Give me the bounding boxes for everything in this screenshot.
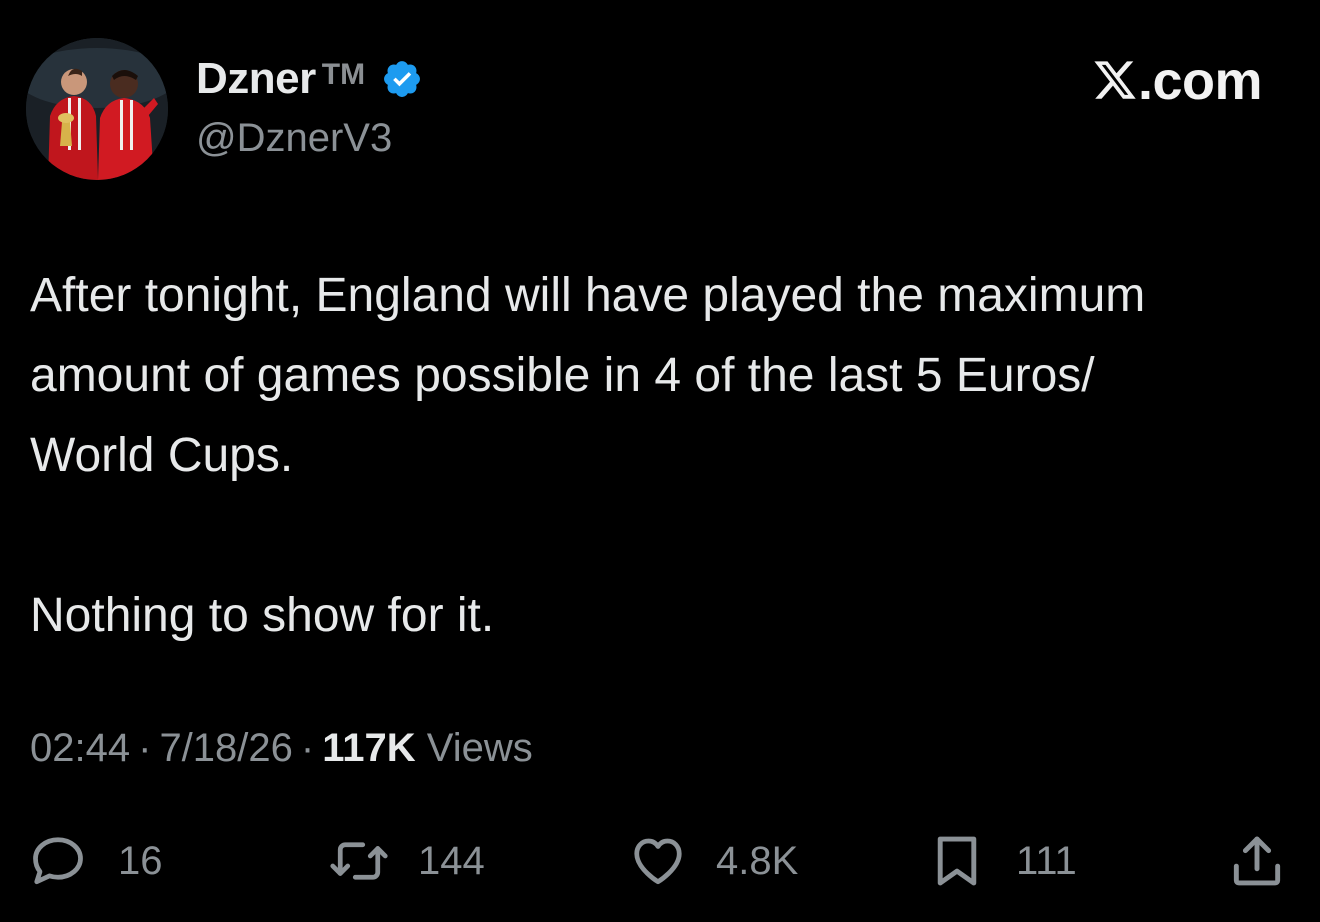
like-count: 4.8K	[716, 838, 799, 883]
repost-button[interactable]: 144	[326, 826, 485, 896]
tweet-card: Dzner TM @DznerV3 .com After tonight, En…	[0, 0, 1320, 922]
repost-count: 144	[418, 838, 485, 883]
x-logo-icon	[1092, 54, 1138, 116]
views-count: 117K	[322, 726, 416, 770]
tweet-text: After tonight, England will have played …	[30, 256, 1300, 656]
tweet-time[interactable]: 02:44	[30, 726, 130, 770]
tweet-line: After tonight, England will have played …	[30, 269, 1146, 322]
action-bar: 16 144 4.8K 111	[0, 826, 1320, 896]
share-button[interactable]	[1226, 826, 1288, 896]
like-icon	[626, 831, 690, 891]
reply-count: 16	[118, 838, 163, 883]
trademark-mark: TM	[321, 58, 366, 91]
tweet-line: Nothing to show for it.	[30, 589, 495, 642]
tweet-line: amount of games possible in 4 of the las…	[30, 349, 1095, 402]
meta-separator: ·	[300, 726, 315, 770]
display-name-row[interactable]: Dzner TM	[196, 54, 423, 104]
x-com-watermark: .com	[1092, 50, 1263, 116]
tweet-meta: 02:44 · 7/18/26 · 117K Views	[30, 726, 533, 771]
like-button[interactable]: 4.8K	[626, 826, 798, 896]
avatar[interactable]	[26, 38, 168, 180]
bookmark-icon	[926, 830, 988, 892]
bookmark-count: 111	[1016, 838, 1077, 883]
views-label: Views	[426, 726, 533, 770]
display-name[interactable]: Dzner	[196, 54, 316, 104]
repost-icon	[326, 831, 392, 891]
brand-domain: .com	[1137, 51, 1263, 111]
meta-separator: ·	[138, 726, 152, 770]
bookmark-button[interactable]: 111	[926, 826, 1077, 896]
reply-icon	[28, 831, 88, 891]
share-icon	[1226, 830, 1288, 892]
username-handle[interactable]: @DznerV3	[196, 116, 392, 161]
tweet-date[interactable]: 7/18/26	[159, 726, 292, 770]
tweet-line: World Cups.	[30, 429, 294, 482]
verified-badge-icon	[381, 58, 423, 100]
reply-button[interactable]: 16	[28, 826, 163, 896]
avatar-image	[26, 38, 168, 180]
